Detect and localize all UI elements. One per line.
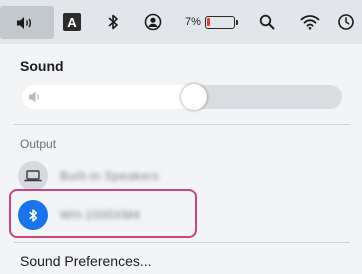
volume-slider[interactable] — [22, 84, 342, 110]
laptop-icon — [18, 161, 48, 191]
speaker-icon — [17, 16, 32, 29]
clock-icon — [338, 14, 354, 30]
battery-fill — [206, 17, 210, 26]
user-circle-icon — [144, 13, 162, 31]
input-source-button[interactable]: A — [60, 9, 84, 35]
bluetooth-icon — [108, 14, 118, 30]
divider — [14, 124, 350, 125]
sound-menu-button[interactable] — [0, 6, 54, 39]
time-machine-button[interactable] — [334, 9, 358, 35]
wifi-icon — [300, 15, 320, 30]
sound-preferences-link[interactable]: Sound Preferences... — [20, 253, 152, 269]
magnifier-icon — [259, 14, 275, 30]
battery-icon — [204, 15, 238, 29]
spotlight-button[interactable] — [256, 9, 278, 35]
user-menu-button[interactable] — [140, 9, 166, 35]
volume-knob[interactable] — [181, 84, 207, 110]
input-source-letter: A — [63, 13, 81, 31]
sound-section-title: Sound — [20, 58, 64, 74]
output-section-title: Output — [20, 137, 57, 151]
output-device-name: Built-in Speakers — [60, 169, 160, 183]
selection-highlight — [9, 189, 197, 238]
output-device-builtin[interactable]: Built-in Speakers — [18, 160, 159, 192]
wifi-menu-button[interactable] — [297, 9, 323, 35]
divider — [14, 242, 350, 243]
volume-speaker-icon — [29, 91, 39, 103]
bluetooth-menu-button[interactable] — [102, 9, 124, 35]
menu-bar: A 7% — [0, 0, 362, 44]
battery-menu-button[interactable]: 7% — [180, 9, 240, 35]
battery-percent: 7% — [185, 16, 201, 28]
volume-level — [22, 85, 194, 109]
